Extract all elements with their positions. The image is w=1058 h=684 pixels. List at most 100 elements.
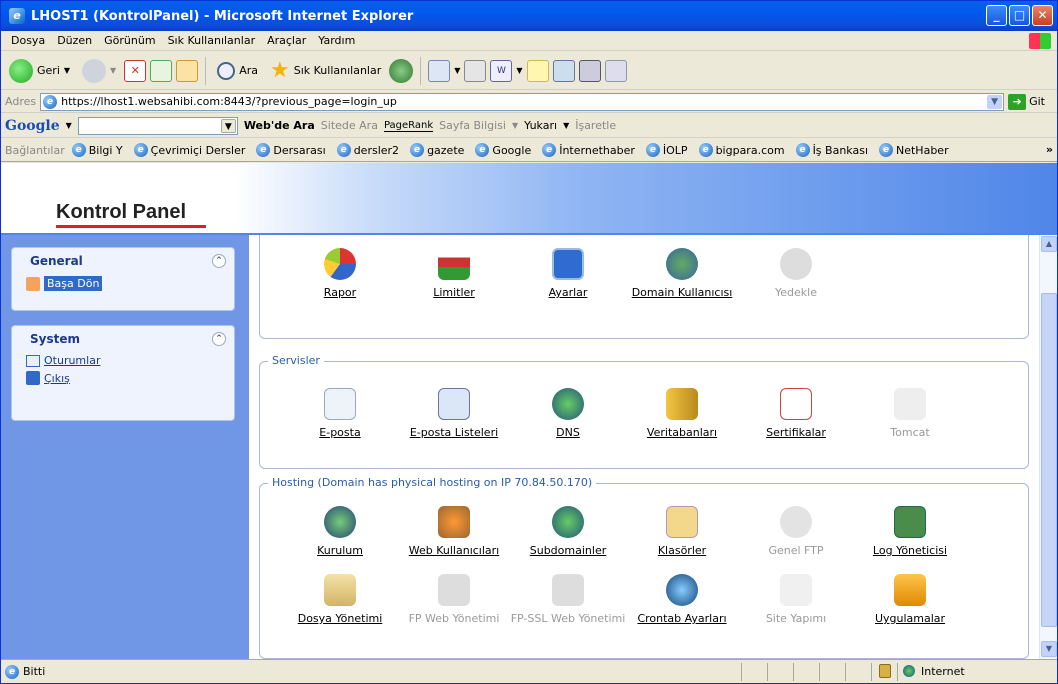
site-builder-icon xyxy=(780,574,812,606)
tool-e-posta[interactable]: E-posta xyxy=(280,388,400,439)
link-bilgi-y[interactable]: e Bilgi Y xyxy=(68,143,127,157)
close-button[interactable]: ✕ xyxy=(1032,5,1053,26)
status-bar: e Bitti Internet xyxy=(1,659,1057,683)
mail-icon[interactable] xyxy=(428,59,451,82)
menu-araclar[interactable]: Araçlar xyxy=(261,34,312,47)
scroll-up-icon[interactable]: ▲ xyxy=(1041,236,1057,252)
menu-sik-kullanilanlar[interactable]: Sık Kullanılanlar xyxy=(162,34,262,47)
menu-duzen[interactable]: Düzen xyxy=(51,34,98,47)
tool-fp-ssl-web-yonetimi: FP-SSL Web Yönetimi xyxy=(508,574,628,625)
tool-domain-kullanicisi[interactable]: Domain Kullanıcısı xyxy=(622,248,742,299)
title-bar: e LHOST1 (KontrolPanel) - Microsoft Inte… xyxy=(1,1,1057,31)
tool-uygulamalar[interactable]: Uygulamalar xyxy=(850,574,970,625)
backup-icon xyxy=(780,248,812,280)
scroll-thumb[interactable] xyxy=(1041,293,1057,627)
menu-yardim[interactable]: Yardım xyxy=(312,34,361,47)
go-arrow-icon: ➜ xyxy=(1008,93,1027,110)
ie-icon: e xyxy=(9,8,25,24)
link-nethaber[interactable]: e NetHaber xyxy=(875,143,953,157)
users-globe-icon xyxy=(666,248,698,280)
back-arrow-icon xyxy=(9,58,33,83)
standard-toolbar: Geri ▼ ▼ ✕ Ara ★ Sık Kullanılanlar ▼ W ▼ xyxy=(1,52,1057,90)
tool-dns[interactable]: DNS xyxy=(508,388,628,439)
windows-flag-icon xyxy=(1029,33,1051,49)
link-gazete[interactable]: e gazete xyxy=(406,143,468,157)
tool-sertifikalar[interactable]: Sertifikalar xyxy=(736,388,856,439)
link-bigpara[interactable]: e bigpara.com xyxy=(695,143,789,157)
word-edit-icon[interactable]: W xyxy=(490,59,513,82)
tool-log-yoneticisi[interactable]: Log Yöneticisi xyxy=(850,506,970,557)
google-logo[interactable]: Google xyxy=(5,118,60,134)
sayfa-bilgisi-button[interactable]: Sayfa Bilgisi xyxy=(439,119,506,132)
link-iolp[interactable]: e İOLP xyxy=(642,143,692,157)
yukari-button[interactable]: Yukarı xyxy=(524,119,557,132)
lock-icon xyxy=(879,664,891,678)
link-dersler2[interactable]: e dersler2 xyxy=(333,143,403,157)
menu-gorunum[interactable]: Görünüm xyxy=(98,34,161,47)
link-google[interactable]: e Google xyxy=(471,143,535,157)
system-panel: System ⌃ Oturumlar Çıkış xyxy=(11,325,235,421)
tool-limitler[interactable]: Limitler xyxy=(394,248,514,299)
zone-text: Internet xyxy=(921,665,965,678)
google-toolbar: Google ▼ ▼ Web'de Ara Sitede Ara PageRank… xyxy=(1,114,1057,138)
ie-link-icon: e xyxy=(410,143,425,157)
maximize-button[interactable]: □ xyxy=(1009,5,1030,26)
google-search-input[interactable]: ▼ xyxy=(77,116,238,135)
favorites-button[interactable]: ★ Sık Kullanılanlar xyxy=(266,56,385,86)
address-input[interactable]: e https://lhost1.websahibi.com:8443/?pre… xyxy=(40,92,1005,111)
link-internethaber[interactable]: e İnternethaber xyxy=(538,143,639,157)
tool-ayarlar[interactable]: Ayarlar xyxy=(508,248,628,299)
link-dersarasi[interactable]: e Dersarası xyxy=(252,143,329,157)
link-is-bankasi[interactable]: e İş Bankası xyxy=(792,143,872,157)
sidebar-item-basa-don[interactable]: Başa Dön xyxy=(12,274,234,293)
general-title: General xyxy=(30,254,83,268)
sidebar: General ⌃ Başa Dön System ⌃ Oturumlar Çıkı… xyxy=(1,235,249,659)
refresh-icon[interactable] xyxy=(150,59,173,82)
address-dropdown-icon[interactable]: ▼ xyxy=(987,94,1003,109)
vertical-scrollbar[interactable]: ▲ ▼ xyxy=(1039,235,1057,659)
mail-list-icon xyxy=(438,388,470,420)
tool-kurulum[interactable]: Kurulum xyxy=(280,506,400,557)
address-bar: Adres e https://lhost1.websahibi.com:844… xyxy=(1,91,1057,113)
sidebar-item-cikis[interactable]: Çıkış xyxy=(12,369,234,387)
tool-web-kullanicilari[interactable]: Web Kullanıcıları xyxy=(394,506,514,557)
discuss-icon[interactable] xyxy=(526,59,549,82)
messenger-icon[interactable] xyxy=(578,59,601,82)
sidebar-item-oturumlar[interactable]: Oturumlar xyxy=(12,352,234,369)
sitede-ara-button[interactable]: Sitede Ara xyxy=(321,119,378,132)
history-icon[interactable] xyxy=(389,58,414,83)
tool-klasorler[interactable]: Klasörler xyxy=(622,506,742,557)
collapse-chevron-icon[interactable]: ⌃ xyxy=(212,254,226,268)
print-icon[interactable] xyxy=(464,59,487,82)
tool-dosya-yonetimi[interactable]: Dosya Yönetimi xyxy=(280,574,400,625)
mail-icon xyxy=(324,388,356,420)
tool-e-posta-listeleri[interactable]: E-posta Listeleri xyxy=(394,388,514,439)
tool-subdomainler[interactable]: Subdomainler xyxy=(508,506,628,557)
gauge-icon xyxy=(438,248,470,280)
webde-ara-button[interactable]: Web'de Ara xyxy=(244,119,315,132)
database-icon xyxy=(666,388,698,420)
tool-rapor[interactable]: Rapor xyxy=(280,248,400,299)
ie-link-icon: e xyxy=(336,143,351,157)
clock-globe-icon xyxy=(666,574,698,606)
minimize-button[interactable]: _ xyxy=(986,5,1007,26)
research-icon[interactable] xyxy=(552,59,575,82)
go-button[interactable]: ➜ Git xyxy=(1008,93,1045,110)
folder-key-icon xyxy=(666,506,698,538)
users-icon[interactable] xyxy=(604,59,627,82)
menu-dosya[interactable]: Dosya xyxy=(5,34,51,47)
scroll-down-icon[interactable]: ▼ xyxy=(1041,641,1057,657)
isaretle-button[interactable]: İşaretle xyxy=(575,119,616,132)
tool-veritabanlari[interactable]: Veritabanları xyxy=(622,388,742,439)
collapse-chevron-icon[interactable]: ⌃ xyxy=(212,332,226,346)
link-cevrimici-dersler[interactable]: e Çevrimiçi Dersler xyxy=(130,143,250,157)
stop-icon[interactable]: ✕ xyxy=(124,59,147,82)
star-icon: ★ xyxy=(269,58,290,83)
forward-button[interactable]: ▼ xyxy=(78,56,120,86)
search-button[interactable]: Ara xyxy=(213,56,262,86)
links-overflow-icon[interactable]: » xyxy=(1046,143,1053,156)
tool-crontab-ayarlari[interactable]: Crontab Ayarları xyxy=(622,574,742,625)
back-button[interactable]: Geri ▼ xyxy=(5,56,74,86)
home-icon[interactable] xyxy=(176,59,199,82)
links-bar: Bağlantılar e Bilgi Y e Çevrimiçi Dersler … xyxy=(1,139,1057,162)
